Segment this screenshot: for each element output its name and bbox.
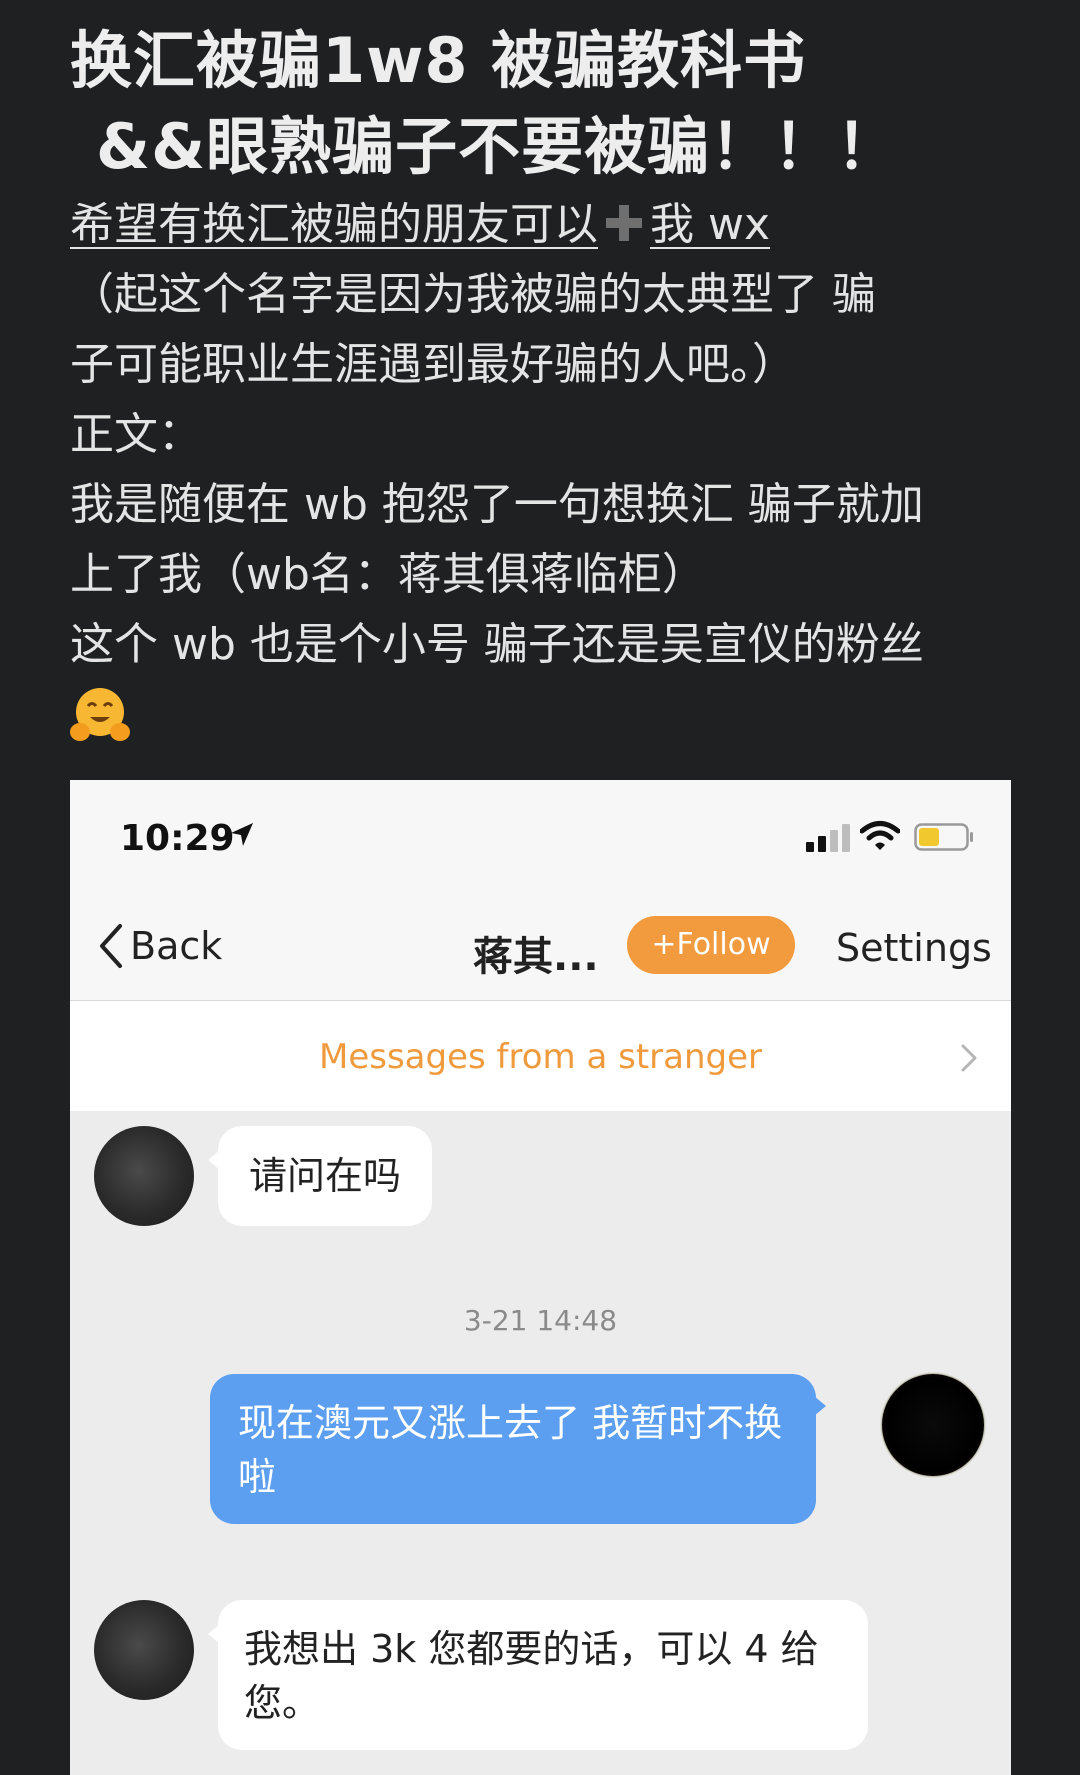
message-text: 请问在吗 — [248, 1154, 401, 1198]
message-bubble-incoming: 请问在吗 — [208, 1126, 432, 1226]
message-bubble-incoming: 我想出 3k 您都要的话，可以 4 给 您。 — [208, 1600, 868, 1750]
message-text-line-1: 现在澳元又涨上去了 我暂时不换 — [238, 1401, 783, 1445]
message-text-line-1: 我想出 3k 您都要的话，可以 4 给 — [244, 1627, 819, 1671]
post-line-4: 我是随便在 wb 抱怨了一句想换汇 骗子就加 — [70, 479, 924, 530]
back-label: Back — [130, 924, 223, 968]
message-text-line-2: 您。 — [244, 1681, 321, 1725]
post-line-5: 上了我（wb名：蒋其俱蒋临柜） — [70, 549, 706, 600]
follow-button[interactable]: +Follow — [627, 916, 795, 974]
chevron-left-icon — [100, 924, 122, 968]
settings-button[interactable]: Settings — [836, 926, 992, 970]
my-avatar[interactable] — [882, 1374, 984, 1476]
status-bar: 10:29 — [70, 780, 1011, 892]
contact-link-text-pre: 希望有换汇被骗的朋友可以 — [70, 199, 598, 250]
message-bubble-outgoing: 现在澳元又涨上去了 我暂时不换 啦 — [210, 1374, 826, 1524]
contact-avatar[interactable] — [94, 1600, 194, 1700]
post-line-3: 正文： — [70, 409, 202, 460]
post-title-line-1: 换汇被骗1w8 被骗教科书 — [70, 24, 807, 97]
chat-screenshot: 10:29 Back 蒋其... +Follow Settings Messag… — [70, 780, 1011, 1775]
status-time: 10:29 — [120, 818, 235, 859]
post-line-6: 这个 wb 也是个小号 骗子还是吴宣仪的粉丝 — [70, 619, 924, 670]
post-text: 换汇被骗1w8 被骗教科书 &&眼熟骗子不要被骗！！！ 希望有换汇被骗的朋友可以… — [70, 18, 1020, 744]
chat-contact-name: 蒋其... — [473, 934, 599, 980]
contact-link[interactable]: 希望有换汇被骗的朋友可以 我 wx — [70, 190, 1020, 260]
chat-nav-bar: Back 蒋其... +Follow Settings — [70, 892, 1011, 1001]
plus-icon — [604, 203, 644, 243]
chevron-right-icon — [961, 1044, 977, 1072]
battery-icon — [914, 823, 973, 851]
location-arrow-icon — [231, 823, 253, 846]
contact-avatar[interactable] — [94, 1126, 194, 1226]
stranger-banner-label: Messages from a stranger — [319, 1037, 762, 1077]
message-text-line-2: 啦 — [238, 1455, 277, 1499]
message-timestamp: 3-21 14:48 — [463, 1304, 618, 1337]
post-line-1: （起这个名字是因为我被骗的太典型了 骗 — [70, 269, 876, 320]
stranger-messages-banner[interactable]: Messages from a stranger — [70, 1001, 1011, 1111]
back-button[interactable]: Back — [98, 920, 222, 972]
cellular-signal-icon — [806, 824, 850, 852]
hugging-face-emoji-icon — [70, 688, 130, 741]
post-line-2: 子可能职业生涯遇到最好骗的人吧。） — [70, 339, 796, 390]
post-title-line-2: &&眼熟骗子不要被骗！！！ — [96, 110, 900, 183]
contact-link-text-post: 我 wx — [650, 199, 771, 250]
wifi-icon — [860, 821, 900, 850]
